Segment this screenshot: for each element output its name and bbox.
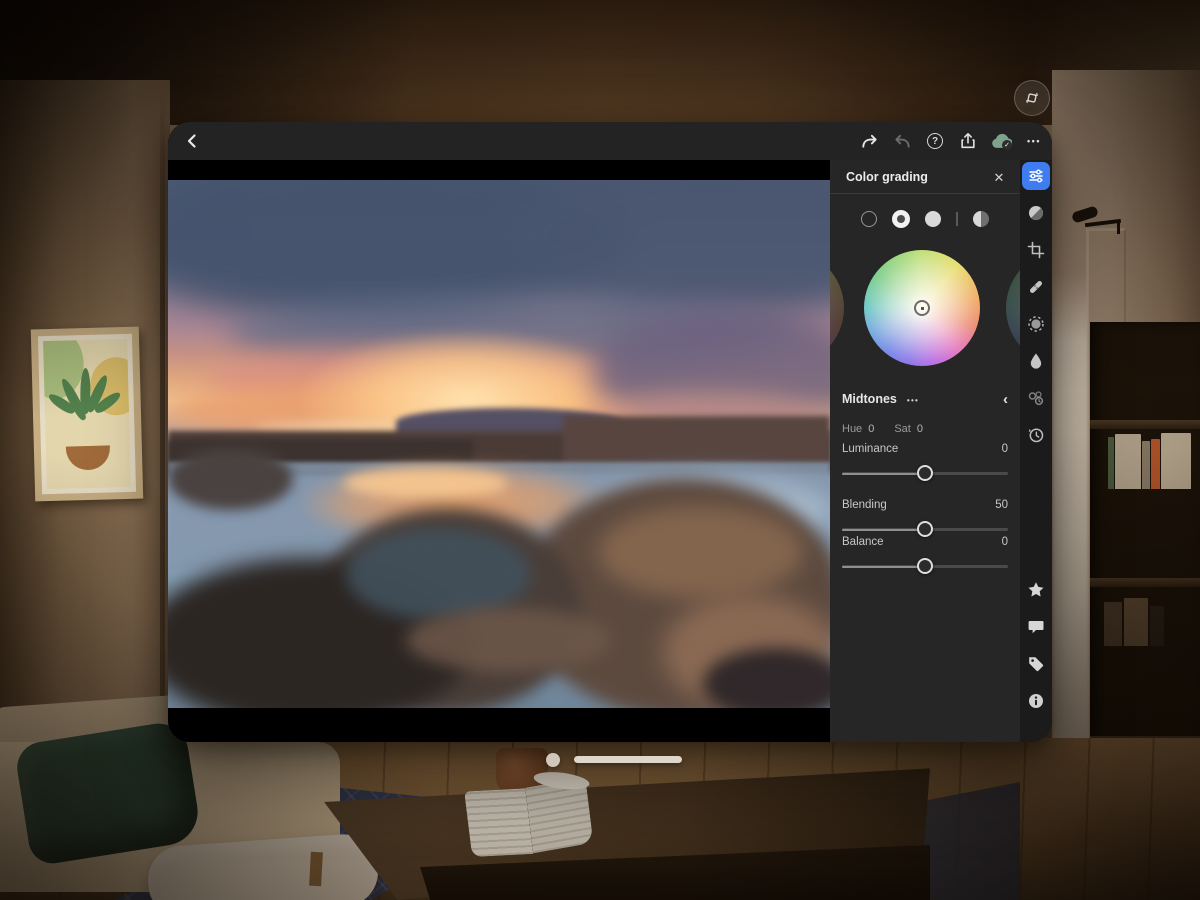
masking-icon [1027, 315, 1045, 333]
versions-icon [1027, 389, 1045, 407]
highlights-color-wheel-partial[interactable] [1006, 250, 1020, 366]
lens-blur-tool-button[interactable] [1022, 347, 1050, 375]
shadows-color-wheel-partial[interactable] [830, 250, 844, 366]
sat-value: 0 [917, 423, 923, 435]
tone-range-selector [830, 206, 1020, 232]
blending-value: 50 [995, 499, 1008, 511]
section-row: Midtones ••• ‹ [842, 389, 1008, 409]
undo-button[interactable] [890, 127, 914, 155]
balance-value: 0 [1002, 536, 1008, 548]
photo-canvas[interactable] [168, 180, 830, 708]
color-grading-panel: Color grading ✕ [830, 160, 1020, 742]
color-wheel-cursor[interactable] [914, 300, 930, 316]
tone-circle-icon [1027, 204, 1045, 222]
share-button[interactable] [956, 127, 980, 155]
cloud-sync-button[interactable]: ✓ [989, 127, 1013, 155]
crop-icon [1027, 241, 1045, 259]
luminance-slider-row: Luminance 0 [842, 443, 1008, 481]
edit-sliders-icon [1027, 167, 1045, 185]
keywords-button[interactable] [1022, 650, 1050, 678]
history-clock-icon [1027, 426, 1045, 444]
back-button[interactable] [178, 127, 206, 155]
comments-button[interactable] [1022, 613, 1050, 641]
info-button[interactable] [1022, 687, 1050, 715]
panel-header: Color grading ✕ [830, 160, 1020, 194]
redo-button[interactable] [857, 127, 881, 155]
lightroom-window: ? ✓ [168, 122, 1052, 742]
midtones-color-wheel[interactable] [864, 250, 980, 366]
chevron-left-icon [184, 133, 200, 149]
blending-slider[interactable] [842, 521, 1008, 537]
healing-tool-button[interactable] [1022, 273, 1050, 301]
luminance-slider[interactable] [842, 465, 1008, 481]
collapse-chevron-icon[interactable]: ‹ [1003, 392, 1008, 407]
luminance-knob[interactable] [917, 465, 933, 481]
water-drop-icon [1027, 352, 1045, 370]
hue-value: 0 [868, 423, 874, 435]
undo-icon [893, 132, 912, 151]
luminance-value: 0 [1002, 443, 1008, 455]
close-icon: ✕ [994, 170, 1005, 186]
sat-label: Sat [894, 423, 911, 435]
balance-slider-row: Balance 0 [842, 536, 1008, 574]
section-label: Midtones [842, 392, 897, 406]
balance-knob[interactable] [917, 558, 933, 574]
tone-tool-button[interactable] [1022, 199, 1050, 227]
redo-icon [860, 132, 879, 151]
blending-slider-row: Blending 50 [842, 499, 1008, 537]
info-icon [1027, 692, 1045, 710]
window-drag-bar[interactable] [574, 756, 682, 763]
tone-divider [956, 212, 958, 226]
close-panel-button[interactable]: ✕ [988, 167, 1010, 189]
history-tool-button[interactable] [1022, 421, 1050, 449]
shadows-tone-button[interactable] [861, 211, 877, 227]
hue-sat-readout: Hue 0 Sat 0 [842, 423, 1008, 435]
rotate-window-icon [1024, 90, 1040, 106]
global-tone-button[interactable] [973, 211, 989, 227]
tool-rail [1020, 160, 1052, 742]
healing-brush-icon [1027, 278, 1045, 296]
highlights-tone-button[interactable] [925, 211, 941, 227]
tag-icon [1027, 655, 1045, 673]
section-more-icon[interactable]: ••• [907, 394, 919, 405]
balance-slider[interactable] [842, 558, 1008, 574]
help-button[interactable]: ? [923, 127, 947, 155]
rating-button[interactable] [1022, 576, 1050, 604]
window-close-button[interactable] [546, 753, 560, 767]
crop-tool-button[interactable] [1022, 236, 1050, 264]
visionos-scene: ? ✓ [0, 0, 1200, 900]
hue-label: Hue [842, 423, 862, 435]
edit-tool-button[interactable] [1022, 162, 1050, 190]
photo-area [168, 160, 830, 742]
top-toolbar: ? ✓ [168, 122, 1052, 160]
environment-rotate-button[interactable] [1014, 80, 1050, 116]
luminance-label: Luminance [842, 443, 898, 455]
blending-label: Blending [842, 499, 887, 511]
masking-tool-button[interactable] [1022, 310, 1050, 338]
sync-check-icon: ✓ [1002, 140, 1012, 150]
panel-title: Color grading [846, 170, 928, 184]
balance-label: Balance [842, 536, 884, 548]
star-icon [1027, 581, 1045, 599]
midtones-tone-button[interactable] [892, 210, 910, 228]
versions-tool-button[interactable] [1022, 384, 1050, 412]
help-icon: ? [927, 133, 943, 149]
more-button[interactable]: ••• [1022, 127, 1046, 155]
ellipsis-icon: ••• [1027, 136, 1041, 146]
blending-knob[interactable] [917, 521, 933, 537]
comment-bubble-icon [1027, 618, 1045, 636]
share-icon [959, 132, 977, 150]
